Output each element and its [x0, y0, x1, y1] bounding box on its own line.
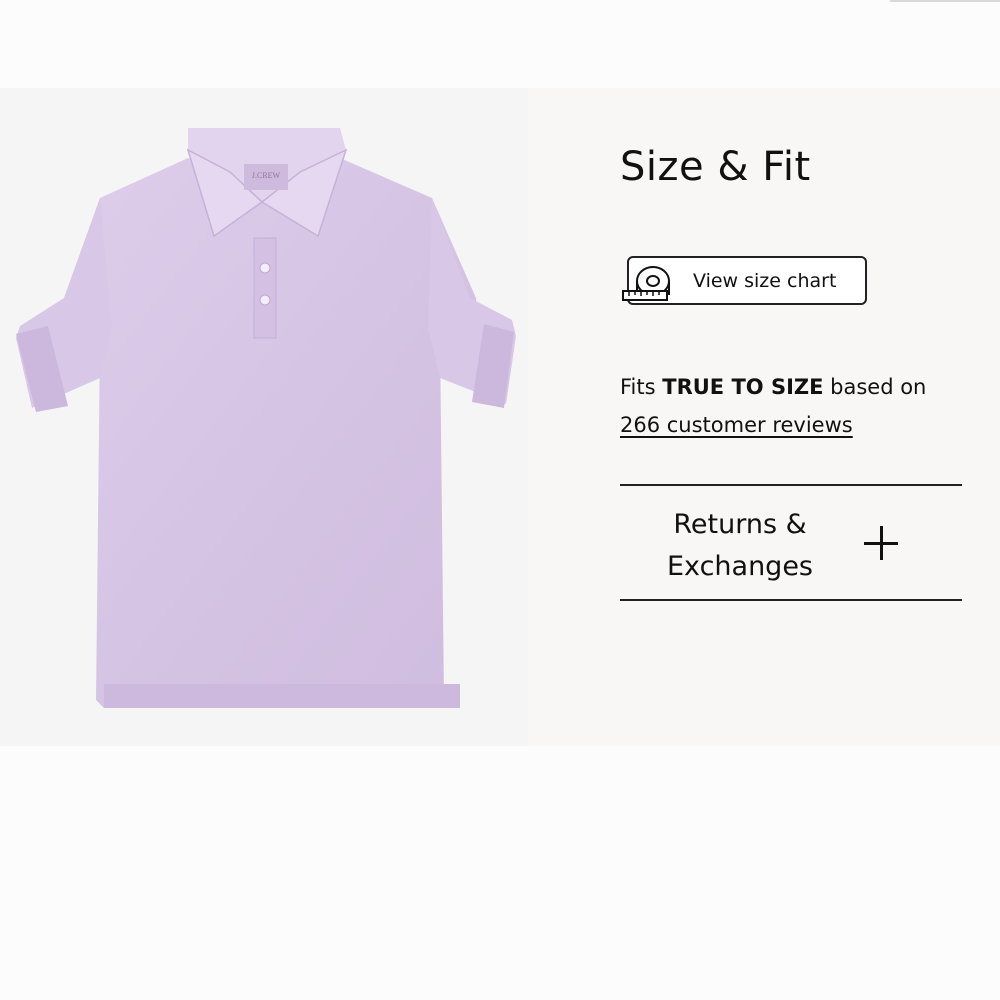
customer-reviews-link[interactable]: 266 customer reviews	[620, 413, 853, 437]
size-fit-panel: Size & Fit View size chart Fits TRUE TO …	[528, 88, 1000, 746]
page-title: Size & Fit	[620, 144, 811, 190]
product-detail-section: J.CREW Size & Fit View size chart Fits T…	[0, 88, 1000, 746]
returns-exchanges-accordion[interactable]: Returns & Exchanges	[620, 486, 962, 599]
fit-prefix: Fits	[620, 375, 663, 399]
product-image[interactable]: J.CREW	[0, 88, 528, 746]
fit-middle: based on	[823, 375, 927, 399]
plus-icon[interactable]	[864, 526, 898, 560]
measuring-tape-icon	[622, 266, 670, 301]
fit-rating: TRUE TO SIZE	[662, 375, 824, 399]
polo-shirt-image: J.CREW	[16, 128, 516, 708]
top-divider	[890, 0, 1000, 2]
brand-logo-text: J.CREW	[252, 171, 281, 180]
returns-exchanges-label: Returns & Exchanges	[667, 509, 813, 582]
fit-summary: Fits TRUE TO SIZE based on 266 customer …	[620, 368, 970, 444]
accordion-divider-bottom	[620, 599, 962, 601]
view-size-chart-button[interactable]: View size chart	[622, 256, 867, 305]
size-chart-button-label: View size chart	[693, 270, 837, 292]
